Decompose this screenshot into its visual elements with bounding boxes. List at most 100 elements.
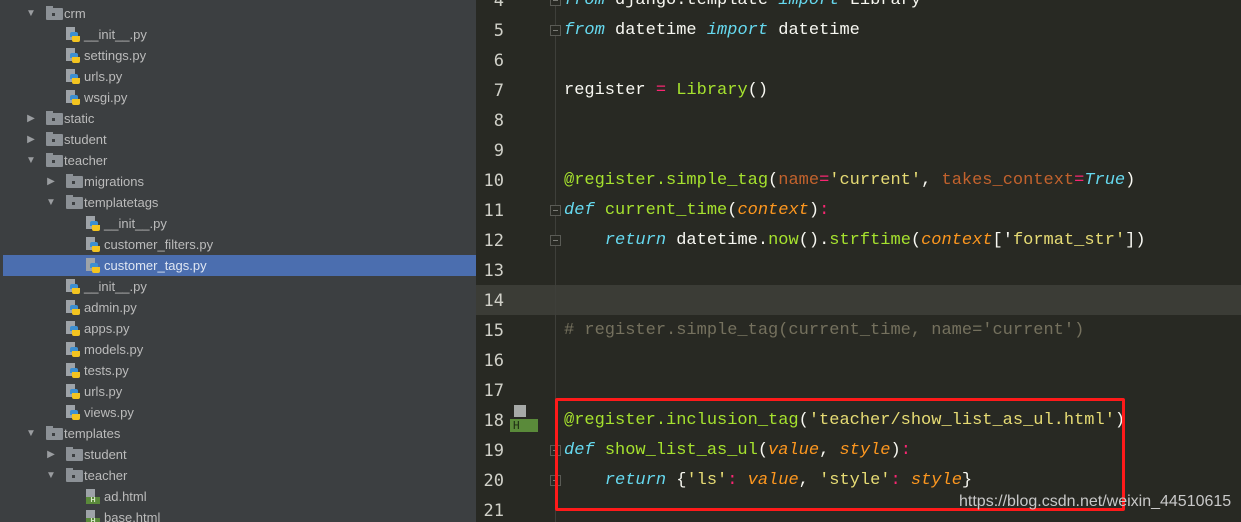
collapsed-arrow-icon[interactable]: ▶ [45,444,57,465]
tree-item[interactable]: ▶ student [3,444,476,465]
tree-item-label: templatetags [84,195,159,210]
line-number: 12 [483,231,504,251]
collapsed-arrow-icon[interactable]: ▶ [25,108,37,129]
line-number: 4 [493,0,504,11]
code-token: = [1074,171,1085,190]
expanded-arrow-icon[interactable]: ▼ [45,465,57,486]
code-token: ( [727,201,738,220]
tree-item[interactable]: ▼ templates [3,423,476,444]
code-token: 'current' [829,171,922,190]
code-editor[interactable]: 4 from django.template import Library 5 fro… [476,0,1241,522]
code-token: django.template [604,0,779,10]
tree-item-label: teacher [84,468,128,483]
tree-item-label: views.py [84,405,134,420]
tree-item[interactable]: customer_tags.py [3,255,476,276]
tree-item[interactable]: ▼ crm [3,3,476,24]
fold-marker-icon[interactable] [550,205,561,216]
python-file-icon [66,90,80,105]
tree-item[interactable]: __init__.py [3,213,476,234]
tree-item[interactable]: apps.py [3,318,476,339]
line-number: 5 [493,21,504,41]
tree-item-label: student [84,447,127,462]
python-file-icon [66,69,80,84]
marker-letter: H [510,419,538,432]
tree-item-label: __init__.py [84,279,147,294]
tree-item-label: static [64,111,95,126]
code-line[interactable]: def current_time(context): [564,196,829,226]
tree-item[interactable]: views.py [3,402,476,423]
code-token: import [778,0,840,10]
tree-item[interactable]: ▼ teacher [3,465,476,486]
tree-item-label: __init__.py [84,27,147,42]
tree-item-label: crm [64,6,86,21]
code-line[interactable]: @register.simple_tag(name='current', tak… [564,166,1135,196]
code-line[interactable]: return datetime.now().strftime(context['… [564,226,1146,256]
line-number: 6 [493,51,504,71]
collapsed-arrow-icon[interactable]: ▶ [25,129,37,150]
html-template-marker-icon[interactable]: H [510,405,538,433]
code-token: ( [910,231,922,250]
code-token: return [604,231,667,250]
tree-item[interactable]: urls.py [3,66,476,87]
collapsed-arrow-icon[interactable]: ▶ [45,171,57,192]
tree-item[interactable]: Had.html [3,486,476,507]
fold-marker-icon[interactable] [550,25,561,36]
code-line[interactable]: from django.template import Library [564,0,921,16]
code-token: ]) [1125,231,1146,250]
code-token: format_str' [1012,231,1126,250]
expanded-arrow-icon[interactable]: ▼ [25,423,37,444]
expanded-arrow-icon[interactable]: ▼ [45,192,57,213]
tree-item-label: teacher [64,153,108,168]
code-token: def [564,201,595,220]
code-line[interactable]: register = Library() [564,76,768,106]
python-file-icon [86,258,100,273]
tree-item[interactable]: settings.py [3,45,476,66]
code-token: datetime [768,21,860,40]
tree-item[interactable]: tests.py [3,360,476,381]
code-token: () [747,81,769,100]
line-number: 19 [483,441,504,461]
line-number: 14 [483,291,504,311]
code-token: : [819,201,830,220]
tree-item[interactable]: __init__.py [3,24,476,45]
tree-item[interactable]: ▶ static [3,108,476,129]
tree-item[interactable]: ▼ templatetags [3,192,476,213]
code-token: current_time [604,201,728,220]
tree-item[interactable]: ▶ migrations [3,171,476,192]
tree-item[interactable]: __init__.py [3,276,476,297]
fold-marker-icon[interactable] [550,0,561,6]
tree-item[interactable]: admin.py [3,297,476,318]
code-token: # register.simple_tag(current_time, name… [564,321,1085,340]
tree-item-label: apps.py [84,321,130,336]
line-number: 21 [483,501,504,521]
expanded-arrow-icon[interactable]: ▼ [25,3,37,24]
tree-item-label: models.py [84,342,144,357]
tree-item[interactable]: Hbase.html [3,507,476,522]
line-number: 8 [493,111,504,131]
python-file-icon [66,405,80,420]
fold-marker-icon[interactable] [550,235,561,246]
tree-item[interactable]: ▶ student [3,129,476,150]
code-token: datetime. [666,231,769,250]
tree-item[interactable]: urls.py [3,381,476,402]
expanded-arrow-icon[interactable]: ▼ [25,150,37,171]
tree-item[interactable]: models.py [3,339,476,360]
tree-item-label: settings.py [84,48,147,63]
line-number: 18 [483,411,504,431]
tree-item[interactable]: wsgi.py [3,87,476,108]
code-line[interactable]: # register.simple_tag(current_time, name… [564,316,1084,346]
tree-item[interactable]: customer_filters.py [3,234,476,255]
code-line[interactable]: from datetime import datetime [564,16,860,46]
python-file-icon [86,216,100,231]
code-token: register [564,81,656,100]
folder-icon [46,6,63,20]
python-file-icon [66,342,80,357]
tree-item-label: base.html [104,510,161,522]
code-token: import [706,21,769,40]
python-file-icon [66,321,80,336]
code-token: from [564,0,605,10]
python-file-icon [86,237,100,252]
tree-item[interactable]: ▼ teacher [3,150,476,171]
code-token: (). [798,231,830,250]
